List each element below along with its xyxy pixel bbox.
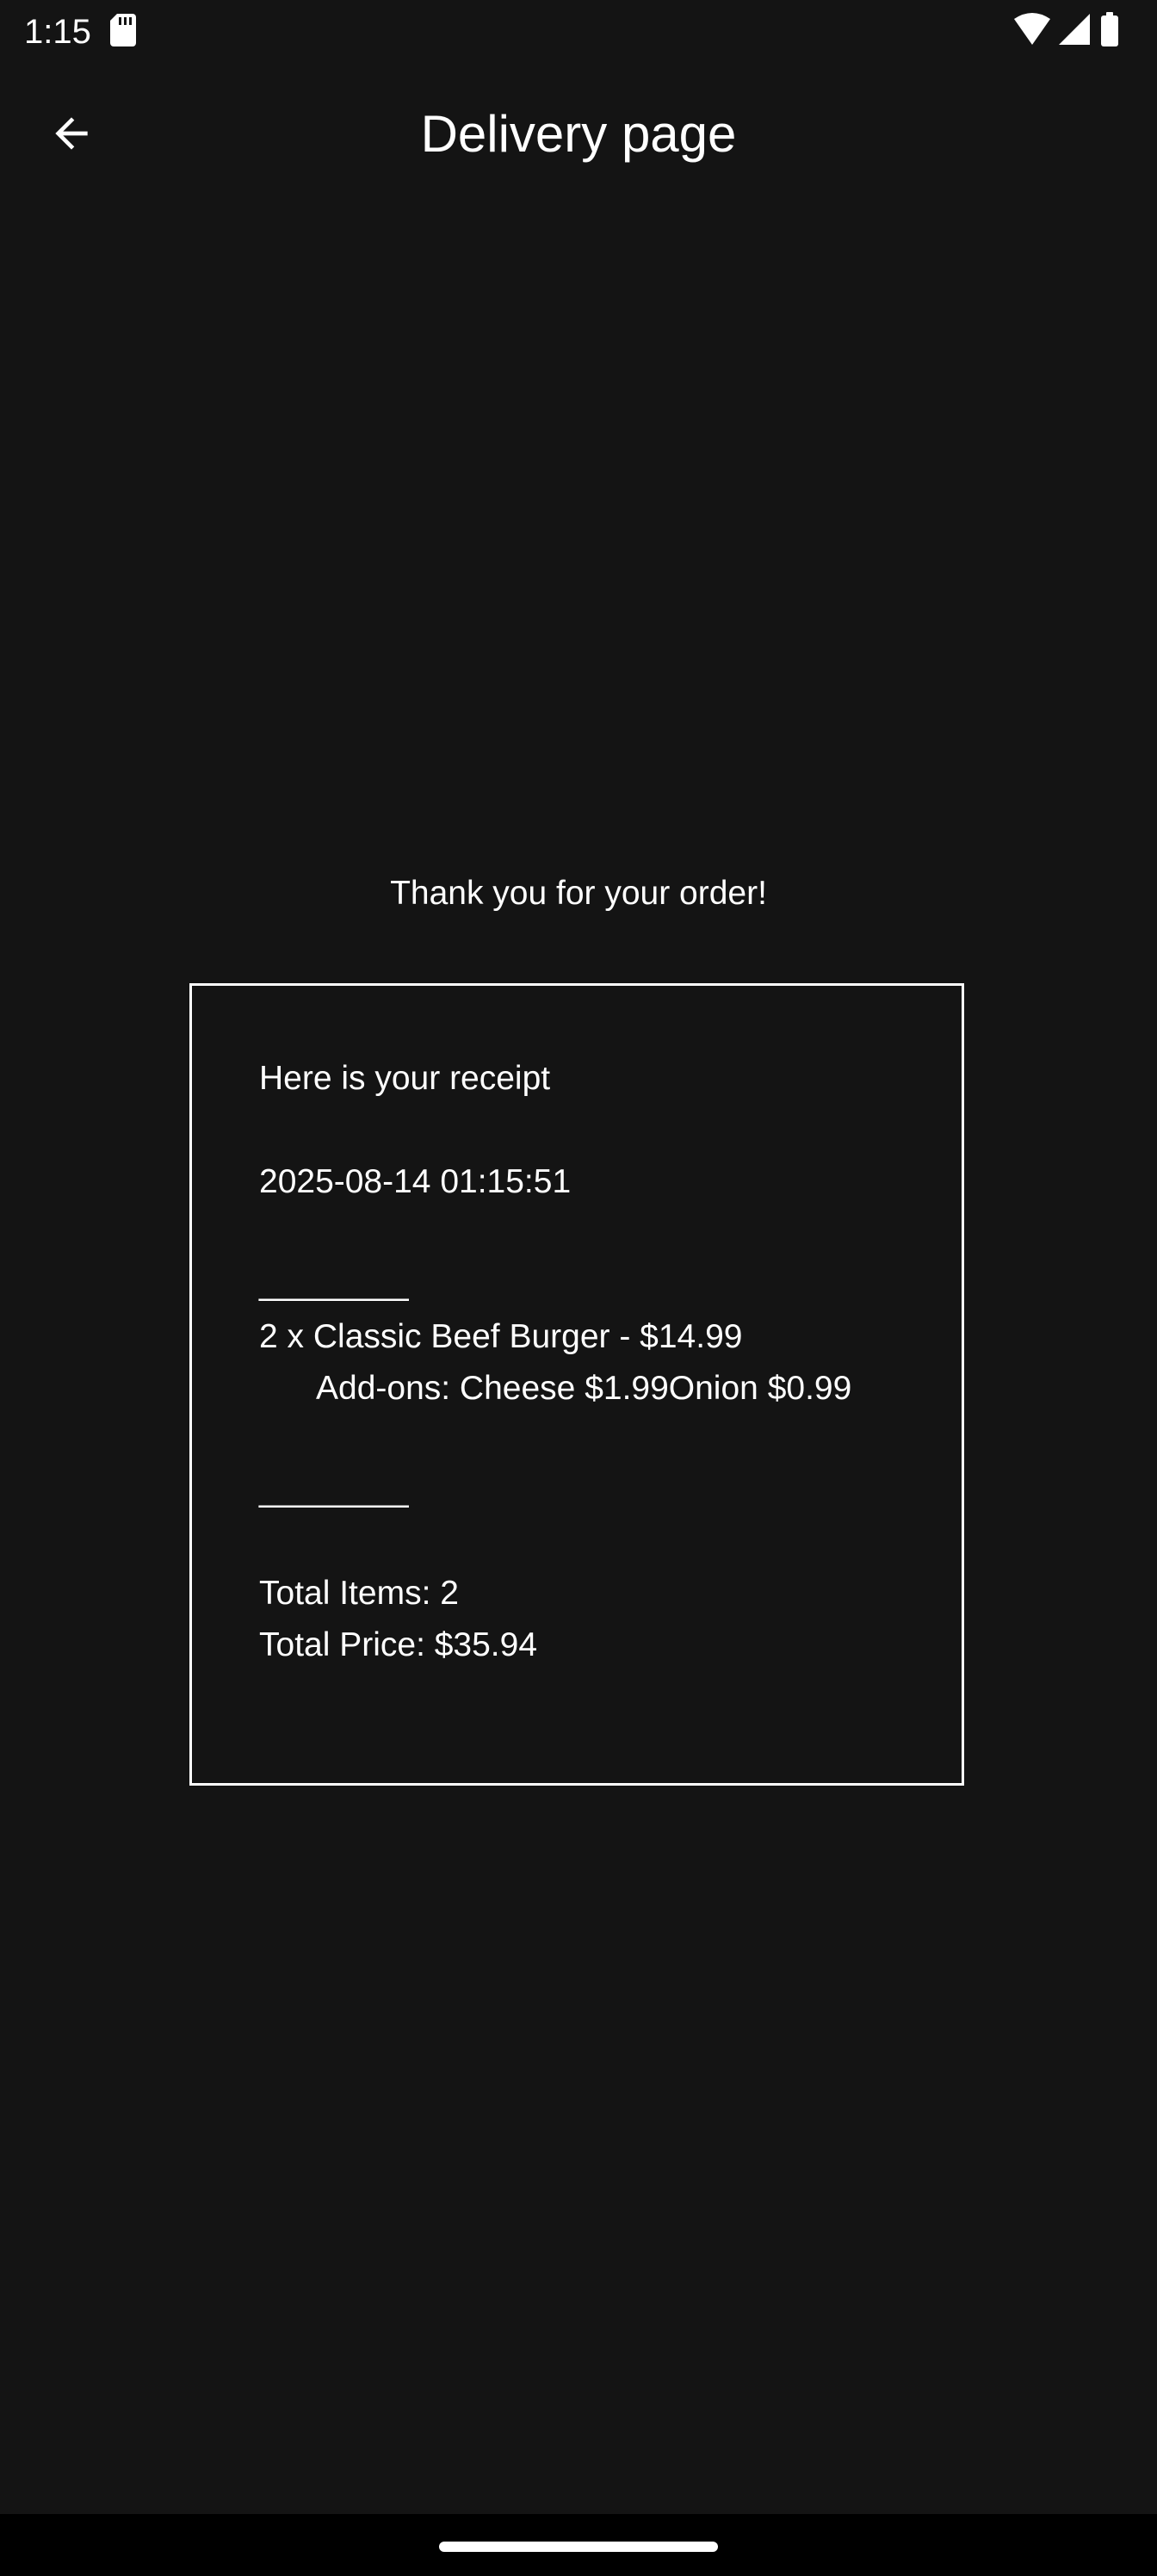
receipt-separator-top: ________ (259, 1265, 409, 1302)
receipt-total-price: Total Price: $35.94 (259, 1626, 538, 1663)
page-title: Delivery page (420, 105, 737, 163)
delivery-screen: 1:15 Delivery page Thank you for your or… (0, 0, 1157, 2576)
receipt-addons-line: Add-ons: Cheese $1.99Onion $0.99 (316, 1370, 852, 1407)
signal-icon (1059, 14, 1090, 45)
receipt-heading: Here is your receipt (259, 1060, 551, 1097)
app-bar: Delivery page (0, 69, 1157, 198)
status-time: 1:15 (24, 13, 91, 51)
receipt-item-line: 2 x Classic Beef Burger - $14.99 (259, 1318, 743, 1355)
receipt-total-items: Total Items: 2 (259, 1575, 459, 1612)
gesture-handle[interactable] (439, 2542, 718, 2552)
receipt-separator-bottom: ________ (259, 1471, 409, 1508)
sd-card-icon (110, 14, 136, 46)
gesture-nav-bar (0, 2514, 1157, 2576)
status-icons (1014, 12, 1126, 50)
receipt-box: Here is your receipt 2025-08-14 01:15:51… (189, 983, 964, 1786)
status-bar: 1:15 (0, 0, 1157, 69)
thank-you-message: Thank you for your order! (390, 875, 767, 912)
battery-icon (1101, 12, 1118, 46)
wifi-icon (1014, 13, 1050, 45)
receipt-datetime: 2025-08-14 01:15:51 (259, 1163, 572, 1200)
